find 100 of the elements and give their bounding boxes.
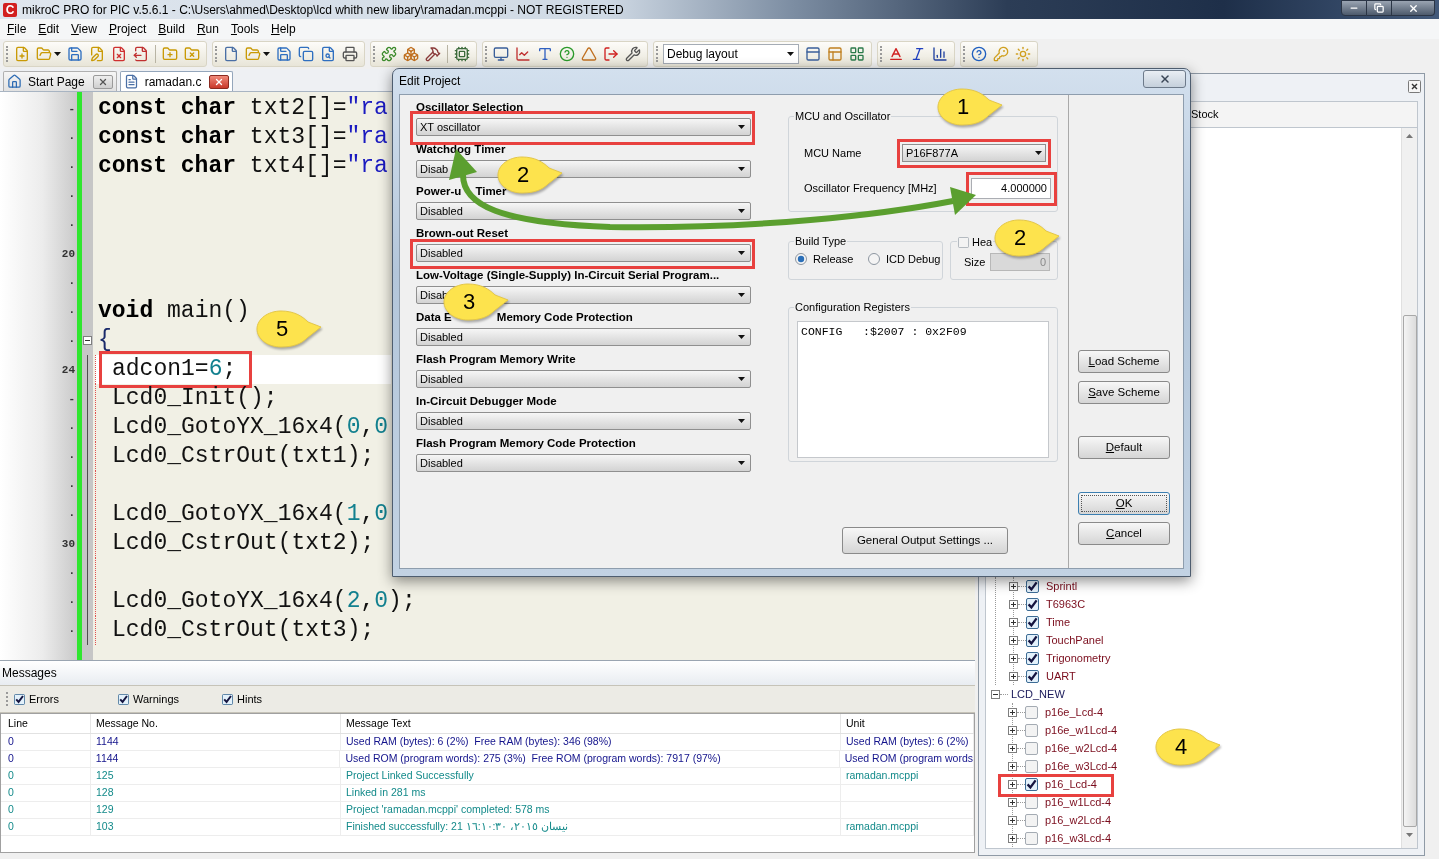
file-search-icon[interactable] [320,46,336,62]
restore-button[interactable] [1367,0,1392,16]
caret-icon[interactable] [738,293,745,297]
tree-item-label[interactable]: p16_w1Lcd-4 [1045,795,1112,809]
menu-item[interactable]: File [1,19,33,39]
checkbox[interactable] [1025,759,1038,773]
radio-button[interactable] [868,253,880,265]
cpu-icon[interactable] [454,46,470,62]
triangle-icon[interactable] [581,46,597,62]
scroll-down-icon[interactable] [1406,833,1413,837]
file-export-icon[interactable] [133,46,149,62]
checkbox[interactable] [1026,651,1039,665]
editor-tab[interactable]: ramadan.c [119,71,234,91]
dropdown[interactable]: Disabled [416,412,751,430]
caret-icon[interactable] [738,335,745,339]
panels-icon[interactable] [827,46,843,62]
close-button[interactable] [209,74,230,89]
checkbox[interactable] [1025,831,1038,845]
checkbox[interactable] [118,693,129,705]
dialog-button[interactable]: General Output Settings ... [842,527,1008,554]
minimize-button[interactable] [1341,0,1367,16]
checkbox[interactable] [1026,597,1039,611]
menu-item[interactable]: Edit [32,19,66,39]
save-icon[interactable] [276,46,292,62]
collapse-icon[interactable] [991,689,1000,699]
layout-grid-icon[interactable] [849,46,865,62]
tree-item-label[interactable]: UART [1046,669,1076,683]
caret-icon[interactable] [738,167,745,171]
panel-top-icon[interactable] [805,46,821,62]
column-header[interactable]: Message No. [96,715,158,732]
puzzle-icon[interactable] [381,46,397,62]
font-color-icon[interactable] [888,46,904,62]
save-icon[interactable] [67,46,83,62]
close-button[interactable] [92,74,113,89]
boxes-icon[interactable] [403,46,419,62]
file-icon[interactable] [223,46,239,62]
dropdown[interactable]: Disabled [416,202,751,220]
checkbox[interactable] [1025,723,1038,737]
menu-item[interactable]: Run [190,19,225,39]
scrollbar[interactable] [1401,128,1417,848]
copy-icon[interactable] [298,46,314,62]
collapse-icon[interactable] [83,336,92,345]
dropdown[interactable]: Disabled [416,244,751,262]
tree-item-label[interactable]: p16e_w3Lcd-4 [1045,759,1118,773]
dialog-button[interactable]: OK [1078,492,1170,515]
checkbox[interactable] [14,693,25,705]
expand-icon[interactable] [1008,725,1017,735]
menu-item[interactable]: Help [265,19,302,39]
wrench-icon[interactable] [625,46,641,62]
column-header[interactable]: Line [8,715,28,732]
dialog-button[interactable]: Cancel [1078,522,1170,545]
expand-icon[interactable] [1009,581,1018,591]
expand-icon[interactable] [1009,599,1018,609]
column-header[interactable]: Message Text [346,715,411,732]
file-x-icon[interactable] [111,46,127,62]
radio-label[interactable]: ICD Debug [886,250,941,268]
tree-item-label[interactable]: T6963C [1046,597,1086,611]
menu-item[interactable]: Tools [224,19,265,39]
dialog-button[interactable]: Load Scheme [1078,350,1170,373]
expand-icon[interactable] [1008,779,1017,789]
expand-icon[interactable] [1008,797,1017,807]
checkbox[interactable] [1025,705,1038,719]
close-button[interactable] [1143,70,1186,88]
checkbox[interactable] [1025,813,1038,827]
menu-item[interactable]: Project [102,19,153,39]
help-icon[interactable] [971,46,987,62]
scrollbar-thumb[interactable] [1402,315,1417,827]
dropdown[interactable]: Disabled [416,370,751,388]
scroll-up-icon[interactable] [1406,134,1413,138]
dropdown[interactable]: Disabled [416,328,751,346]
text-area[interactable]: CONFIG :$2007 : 0x2F09 [797,321,1049,458]
tree-item-label[interactable]: p16e_w2Lcd-4 [1045,741,1118,755]
menu-item[interactable]: Build [152,19,191,39]
menu-item[interactable]: View [65,19,103,39]
tree-item-label[interactable]: p16_w3Lcd-4 [1045,831,1112,845]
checkbox-label[interactable]: Errors [29,690,59,708]
checkbox[interactable] [1025,741,1038,755]
monitor-icon[interactable] [493,46,509,62]
exit-icon[interactable] [603,46,619,62]
radio-button[interactable] [795,253,807,265]
layout-dropdown[interactable]: Debug layout [663,44,799,64]
checkbox[interactable] [958,236,969,248]
radio-label[interactable]: Release [813,250,854,268]
bar-chart-icon[interactable] [932,46,948,62]
dropdown[interactable]: Disabled [416,454,751,472]
expand-icon[interactable] [1009,653,1018,663]
expand-icon[interactable] [1008,833,1017,843]
expand-icon[interactable] [1009,671,1018,681]
input-field[interactable]: 4.000000 [971,178,1051,199]
tree-item-label[interactable]: Sprintl [1046,579,1078,593]
expand-icon[interactable] [1009,617,1018,627]
checkbox[interactable] [1026,579,1039,593]
dialog-button[interactable]: Save Scheme [1078,381,1170,404]
close-icon[interactable] [1408,79,1421,93]
checkbox[interactable] [222,693,233,705]
caret-icon[interactable] [738,251,745,255]
dialog-button[interactable]: Default [1078,436,1170,459]
caret-icon[interactable] [787,52,794,56]
tree-item-label[interactable]: p16_Lcd-4 [1045,777,1097,791]
checkbox-label[interactable]: Hints [237,690,263,708]
